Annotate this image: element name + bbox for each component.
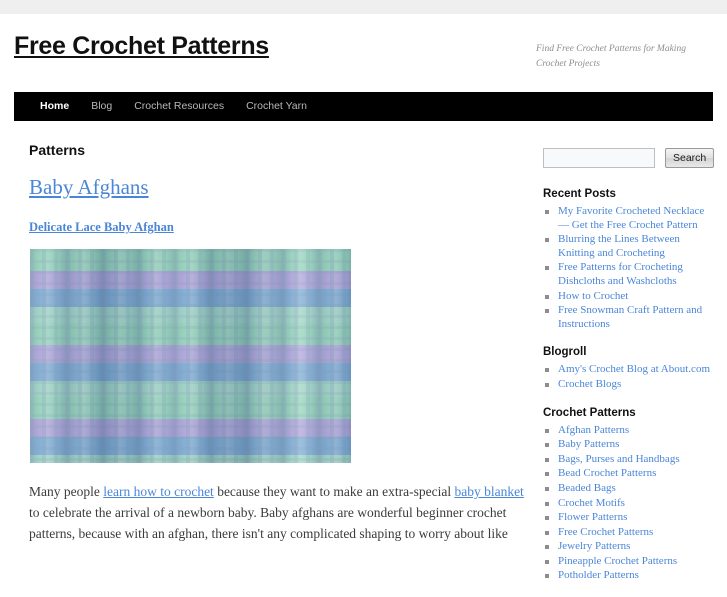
widget-title-crochet-patterns: Crochet Patterns (543, 406, 636, 419)
list-item[interactable]: Crochet Blogs (543, 378, 715, 392)
search-form: Search (543, 148, 715, 168)
widget-crochet-patterns: Crochet Patterns Afghan Patterns Baby Pa… (543, 406, 715, 584)
blogroll-list: Amy's Crochet Blog at About.com Crochet … (543, 363, 715, 391)
link-baby-blanket[interactable]: baby blanket (454, 484, 523, 499)
nav-item-crochet-yarn[interactable]: Crochet Yarn (235, 92, 318, 121)
category-link[interactable]: Jewelry Patterns (558, 540, 630, 552)
list-item[interactable]: Bead Crochet Patterns (543, 467, 715, 481)
category-link[interactable]: Free Crochet Patterns (558, 526, 653, 538)
category-link[interactable]: Afghan Patterns (558, 424, 629, 436)
page-title: Patterns (29, 142, 86, 158)
top-gray-band (0, 0, 727, 14)
search-button[interactable]: Search (665, 148, 715, 168)
list-item[interactable]: Jewelry Patterns (543, 540, 715, 554)
square-bullet-icon (545, 472, 549, 477)
category-link[interactable]: Baby Patterns (558, 438, 619, 450)
sidebar: Search Recent Posts My Favorite Crochete… (543, 148, 715, 597)
square-bullet-icon (545, 443, 549, 448)
crochet-patterns-list: Afghan Patterns Baby Patterns Bags, Purs… (543, 424, 715, 584)
square-bullet-icon (545, 545, 549, 550)
blogroll-link[interactable]: Amy's Crochet Blog at About.com (558, 363, 710, 375)
square-bullet-icon (545, 516, 549, 521)
category-link[interactable]: Bags, Purses and Handbags (558, 453, 680, 465)
list-item[interactable]: Afghan Patterns (543, 424, 715, 438)
widget-recent-posts: Recent Posts My Favorite Crocheted Neckl… (543, 187, 715, 331)
pattern-subtitle: Delicate Lace Baby Afghan (29, 218, 529, 235)
recent-post-link[interactable]: How to Crochet (558, 290, 628, 302)
paragraph-text-3: to celebrate the arrival of a newborn ba… (29, 505, 508, 541)
square-bullet-icon (545, 309, 549, 314)
link-learn-how-to-crochet[interactable]: learn how to crochet (103, 484, 214, 499)
list-item[interactable]: My Favorite Crocheted Necklace — Get the… (543, 205, 715, 232)
recent-post-link[interactable]: Free Patterns for Crocheting Dishcloths … (558, 261, 683, 287)
list-item[interactable]: Amy's Crochet Blog at About.com (543, 363, 715, 377)
square-bullet-icon (545, 266, 549, 271)
search-input[interactable] (543, 148, 655, 168)
pattern-subtitle-link[interactable]: Delicate Lace Baby Afghan (29, 220, 174, 234)
recent-post-link[interactable]: My Favorite Crocheted Necklace — Get the… (558, 205, 704, 231)
entry-title: Baby Afghans (29, 176, 529, 198)
square-bullet-icon (545, 457, 549, 462)
list-item[interactable]: Pineapple Crochet Patterns (543, 555, 715, 569)
site-title[interactable]: Free Crochet Patterns (14, 32, 269, 61)
blogroll-link[interactable]: Crochet Blogs (558, 378, 621, 390)
entry-title-link[interactable]: Baby Afghans (29, 175, 149, 199)
main-content: Patterns Baby Afghans Delicate Lace Baby… (29, 142, 529, 544)
square-bullet-icon (545, 238, 549, 243)
square-bullet-icon (545, 574, 549, 579)
article-paragraph: Many people learn how to crochet because… (29, 481, 529, 544)
list-item[interactable]: Bags, Purses and Handbags (543, 453, 715, 467)
recent-post-link[interactable]: Free Snowman Craft Pattern and Instructi… (558, 304, 702, 330)
nav-item-crochet-resources[interactable]: Crochet Resources (123, 92, 235, 121)
page-root: Free Crochet Patterns Find Free Crochet … (0, 0, 727, 581)
nav-item-home[interactable]: Home (29, 92, 80, 121)
square-bullet-icon (545, 368, 549, 373)
widget-blogroll: Blogroll Amy's Crochet Blog at About.com… (543, 345, 715, 391)
paragraph-text-1: Many people (29, 484, 104, 499)
category-link[interactable]: Bead Crochet Patterns (558, 467, 656, 479)
square-bullet-icon (545, 530, 549, 535)
square-bullet-icon (545, 382, 549, 387)
afghan-photo (30, 249, 351, 463)
nav-link-home[interactable]: Home (29, 92, 80, 121)
category-link[interactable]: Flower Patterns (558, 511, 627, 523)
list-item[interactable]: Potholder Patterns (543, 569, 715, 583)
category-link[interactable]: Potholder Patterns (558, 569, 639, 581)
widget-title-blogroll: Blogroll (543, 346, 587, 359)
list-item[interactable]: Flower Patterns (543, 511, 715, 525)
list-item[interactable]: How to Crochet (543, 290, 715, 304)
paragraph-text-2: because they want to make an extra-speci… (213, 484, 455, 499)
list-item[interactable]: Free Crochet Patterns (543, 526, 715, 540)
photo-shade-layer (30, 249, 351, 463)
site-tagline: Find Free Crochet Patterns for Making Cr… (536, 44, 686, 69)
widget-title-recent-posts: Recent Posts (543, 188, 616, 200)
list-item[interactable]: Free Snowman Craft Pattern and Instructi… (543, 304, 715, 331)
square-bullet-icon (545, 294, 549, 299)
category-link[interactable]: Crochet Motifs (558, 497, 625, 509)
square-bullet-icon (545, 559, 549, 564)
square-bullet-icon (545, 210, 549, 214)
nav-link-blog[interactable]: Blog (80, 92, 123, 121)
list-item[interactable]: Free Patterns for Crocheting Dishcloths … (543, 261, 715, 288)
nav-link-crochet-yarn[interactable]: Crochet Yarn (235, 92, 318, 121)
list-item[interactable]: Beaded Bags (543, 482, 715, 496)
site-header: Free Crochet Patterns Find Free Crochet … (14, 14, 713, 88)
recent-posts-list: My Favorite Crocheted Necklace — Get the… (543, 205, 715, 331)
category-link[interactable]: Beaded Bags (558, 482, 616, 494)
list-item[interactable]: Crochet Motifs (543, 497, 715, 511)
nav-item-blog[interactable]: Blog (80, 92, 123, 121)
main-navigation: Home Blog Crochet Resources Crochet Yarn (14, 92, 713, 121)
category-link[interactable]: Pineapple Crochet Patterns (558, 555, 677, 567)
square-bullet-icon (545, 486, 549, 491)
list-item[interactable]: Baby Patterns (543, 438, 715, 452)
square-bullet-icon (545, 501, 549, 506)
square-bullet-icon (545, 428, 549, 433)
nav-link-crochet-resources[interactable]: Crochet Resources (123, 92, 235, 121)
recent-post-link[interactable]: Blurring the Lines Between Knitting and … (558, 233, 680, 259)
list-item[interactable]: Blurring the Lines Between Knitting and … (543, 233, 715, 260)
nav-list: Home Blog Crochet Resources Crochet Yarn (14, 92, 713, 121)
